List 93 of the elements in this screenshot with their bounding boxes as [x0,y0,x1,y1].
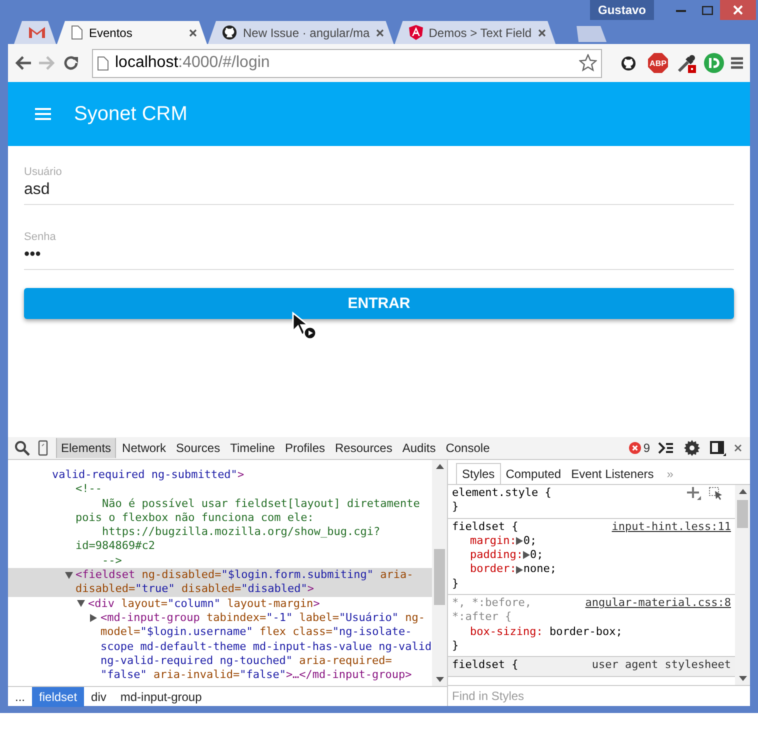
panel-tab[interactable]: Sources [172,438,224,458]
scroll-up-icon[interactable] [738,489,746,494]
mail-icon [28,26,46,39]
reload-icon[interactable] [62,54,80,72]
star-icon[interactable] [579,54,597,72]
scroll-up-icon[interactable] [436,464,444,469]
phone-icon[interactable] [38,440,48,456]
scroll-down-icon[interactable] [738,676,746,681]
address-bar[interactable]: localhost:4000/#/login [92,48,602,78]
octocat-icon [620,56,636,70]
code-comment: --> [100,554,122,568]
code-line: ng-valid-required ng-touched" aria-required= [100,654,392,668]
browser-tab[interactable]: New Issue · angular/ma [208,21,394,44]
panel-tab[interactable]: Resources [331,438,396,458]
css-selector: fieldset { [452,658,518,673]
code-line: scope md-default-theme md-input-has-value ng-valid [100,640,432,654]
settings-icon[interactable] [684,440,700,456]
css-declaration: margin: 0; [469,534,538,548]
source-link[interactable]: input-hint.less:11 [612,520,731,534]
css-declaration: border: none; [469,562,558,577]
scroll-thumb[interactable] [434,549,445,605]
search-icon[interactable] [14,440,30,456]
page-icon [71,25,83,40]
scroll-thumb[interactable] [737,500,748,528]
css-declaration: box-sizing: border-box; [469,624,624,639]
menu-icon[interactable] [730,56,744,70]
console-drawer-icon[interactable] [658,442,674,454]
browser-tab[interactable]: Demos > Text Field [394,21,556,44]
css-selector: fieldset { [452,520,518,534]
code-comment: https://bugzilla.mozilla.org/show_bug.cgi? [100,525,380,540]
close-icon[interactable] [189,28,197,36]
error-count[interactable]: 9 [643,441,650,455]
page-icon [97,56,109,70]
extension-icon[interactable] [704,53,724,73]
code-comment: <!-- [76,482,102,497]
code-line: "false" aria-invalid="false">…</md-input-group> [100,668,412,682]
code-line: <div layout="column" layout-margin> [88,596,320,611]
breadcrumb[interactable]: fieldset [32,686,84,706]
back-icon[interactable] [14,55,32,71]
pane-tab[interactable]: Styles [456,463,501,484]
rule-origin: user agent stylesheet [592,658,731,673]
css-selector: element.style { [452,486,552,500]
close-icon[interactable] [538,28,546,36]
expanded-caret-icon[interactable] [77,600,85,608]
closing-brace: } [452,500,459,515]
css-selector: *, *:before, [452,596,532,610]
code-line: <fieldset ng-disabled="$login.form.submiting" aria- [76,568,414,582]
code-line: disabled="true" disabled="disabled"> [76,582,314,597]
scroll-down-icon[interactable] [436,677,444,682]
source-link[interactable]: angular-material.css:8 [585,596,731,610]
scrollbar[interactable] [432,460,447,686]
closing-brace: } [452,576,459,592]
error-icon[interactable] [629,442,642,454]
collapsed-caret-icon[interactable] [90,614,96,622]
input-field[interactable]: ••• [24,243,734,270]
octocat-icon [222,25,237,40]
input-field[interactable]: asd [24,178,734,205]
close-icon[interactable] [734,444,742,452]
browser-tab[interactable]: Eventos [57,21,207,44]
code-comment: Não é possível usar fieldset[layout] diretamente [100,496,420,511]
panel-tab[interactable]: Network [118,438,170,458]
css-selector: *:after { [452,610,512,625]
breadcrumb[interactable]: div [84,686,114,706]
pane-tab[interactable]: Event Listeners [566,464,659,484]
panel-tab[interactable]: Audits [398,438,440,458]
code-comment: pois o flexbox não funciona com ele: [76,510,314,526]
app-title: Syonet CRM [74,102,188,126]
dock-icon[interactable] [710,440,726,456]
shield-icon [408,25,423,40]
code-comment: id=984869#c2 [76,539,155,554]
profile-name[interactable]: Gustavo [590,0,654,20]
panel-tab[interactable]: Elements [56,438,116,458]
expanded-caret-icon[interactable] [64,572,72,579]
panel-tab[interactable]: Console [442,438,494,458]
code-line: <md-input-group tabindex="-1" label="Usuário" ng- [100,610,426,626]
css-declaration: padding: 0; [469,548,544,562]
eyedropper-icon[interactable] [676,52,698,74]
panel-tab[interactable]: Timeline [226,438,279,458]
code-line: valid-required ng-submitted"> [52,468,244,482]
close-icon[interactable] [720,0,756,20]
adblock-icon[interactable]: ABP [648,53,668,73]
add-icon[interactable] [687,486,701,500]
panel-tab[interactable]: Profiles [280,438,329,458]
field-label: Usuário [24,166,63,178]
code-line: model="$login.username" flex class="ng-isolate- [100,625,412,640]
scrollbar[interactable] [735,485,750,685]
breadcrumb[interactable]: ... [8,686,32,706]
breadcrumb[interactable]: md-input-group [113,686,209,706]
closing-brace: } [452,638,459,654]
close-icon[interactable] [376,28,384,36]
pane-tab[interactable]: Computed [500,464,566,484]
element-picker-icon[interactable] [709,486,723,500]
field-label: Senha [24,231,57,243]
